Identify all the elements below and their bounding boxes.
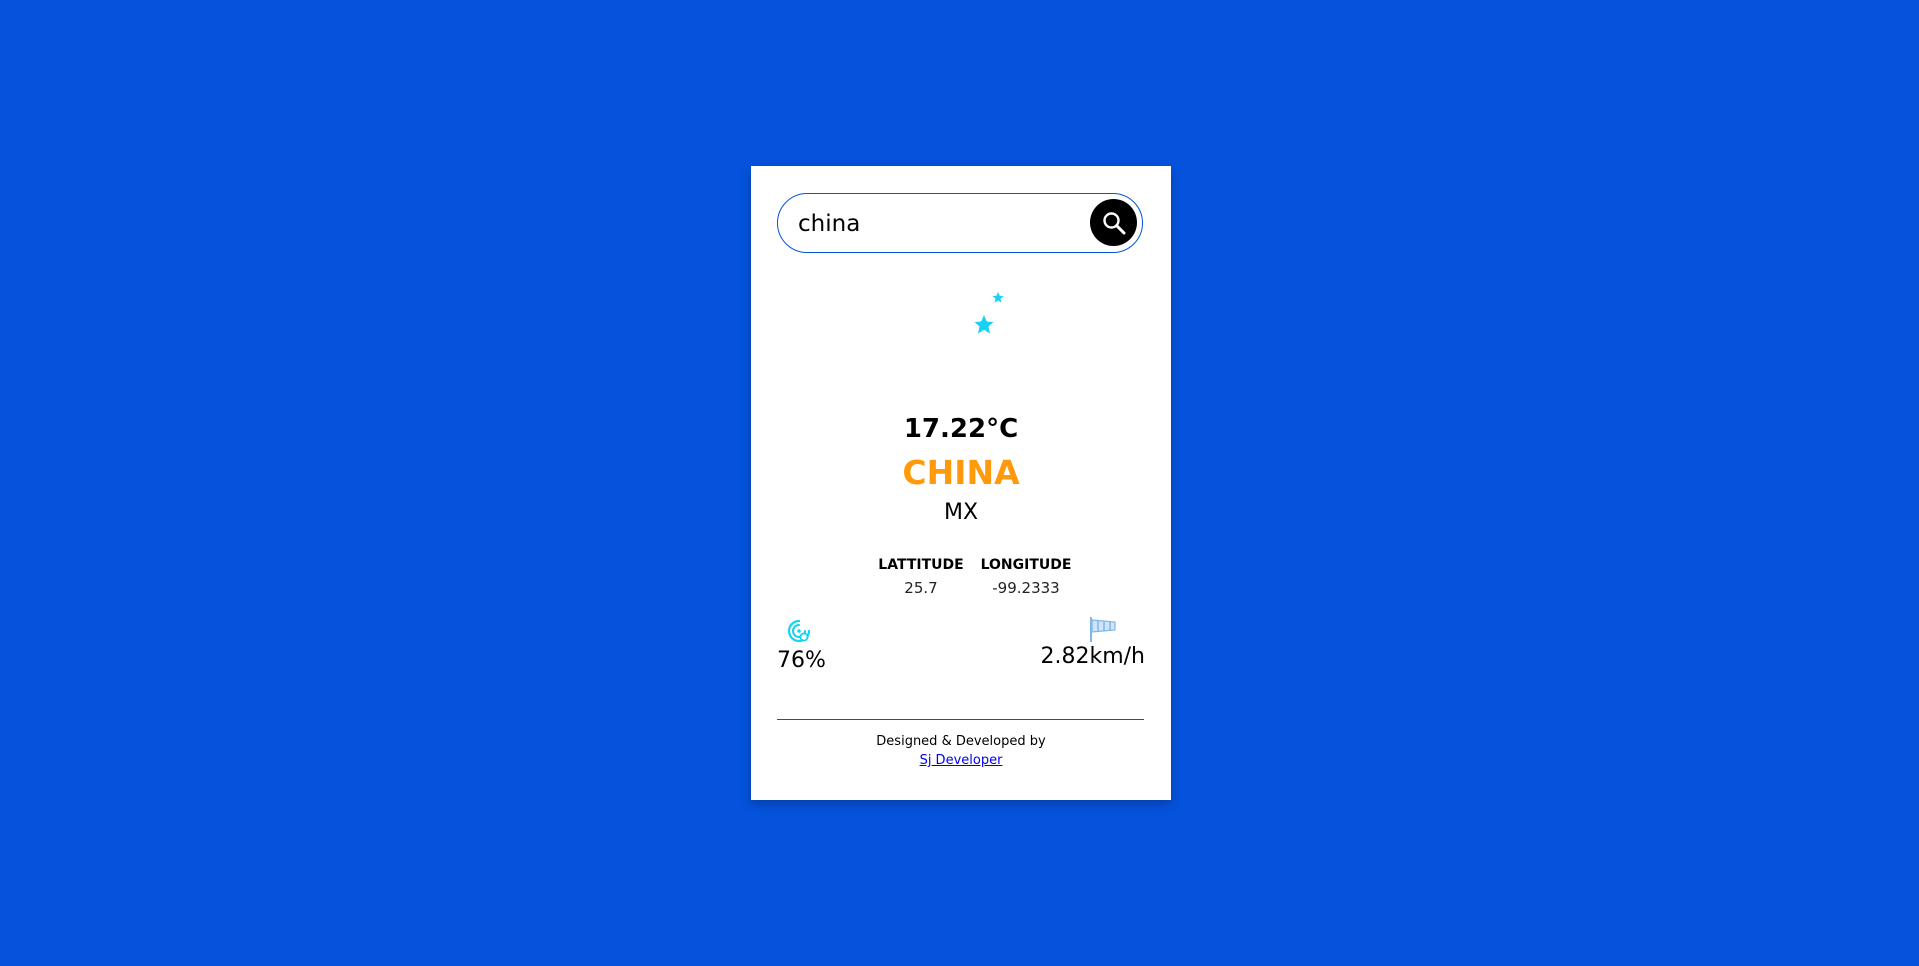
footer: Designed & Developed by Sj Developer	[751, 734, 1171, 768]
temperature: 17.22°C	[903, 414, 1019, 444]
humidity-icon-wrap	[777, 618, 821, 648]
developer-link[interactable]: Sj Developer	[920, 753, 1003, 768]
divider	[777, 719, 1144, 720]
footer-credit: Designed & Developed by	[876, 734, 1046, 749]
latitude-value: 25.7	[904, 579, 938, 597]
wind-sock-icon	[1090, 617, 1116, 642]
latitude-label: LATTITUDE	[878, 557, 964, 573]
humidity-icon	[787, 619, 811, 643]
humidity-block: 76%	[777, 618, 857, 673]
wind-speed-value: 2.82km/h	[1040, 644, 1145, 669]
search-icon	[1102, 211, 1125, 234]
search-button[interactable]	[1090, 199, 1137, 246]
longitude-label: LONGITUDE	[980, 557, 1072, 573]
weather-card: 17.22°C CHINA MX LATTITUDE 25.7 LONGITUD…	[751, 166, 1171, 800]
longitude-value: -99.2333	[992, 579, 1060, 597]
wind-icon-wrap	[1025, 614, 1145, 644]
city-name: CHINA	[902, 453, 1020, 492]
humidity-value: 76%	[777, 648, 826, 673]
search-input[interactable]	[796, 206, 1080, 242]
wind-block: 2.82km/h	[1025, 614, 1145, 669]
country-code: MX	[943, 500, 979, 525]
search-bar	[777, 193, 1143, 253]
latitude-block: LATTITUDE 25.7	[866, 557, 976, 597]
longitude-block: LONGITUDE -99.2333	[966, 557, 1086, 597]
moon-stars-icon	[911, 284, 1011, 384]
